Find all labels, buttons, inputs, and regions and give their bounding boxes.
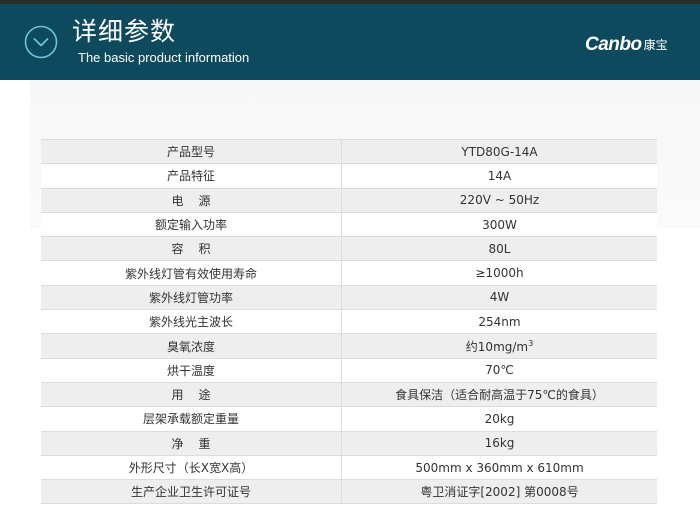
chevron-down-circle-icon xyxy=(24,25,58,59)
spec-value: 14A xyxy=(487,168,512,183)
spec-row: 产品型号 YTD80G-14A xyxy=(41,138,657,165)
spec-row: 紫外线光主波长 254nm xyxy=(41,309,657,335)
section-title: 详细参数 xyxy=(72,17,177,46)
spec-value: 300W xyxy=(482,217,517,232)
spec-value: 粤卫消证字[2002] 第0008号 xyxy=(420,485,579,500)
spec-value: 约10mg/m xyxy=(465,339,529,354)
spec-row: 用途 食具保洁（适合耐高温于75℃的食具） xyxy=(41,382,657,408)
spec-label: 用途 xyxy=(171,388,226,403)
spec-table: 产品型号 YTD80G-14A 产品特征 14A 电源 220V ~ 50Hz 额定输入功率… xyxy=(41,138,657,505)
spec-label: 额定输入功率 xyxy=(154,218,227,233)
spec-label-cell: 紫外线灯管功率 xyxy=(41,285,342,311)
spec-label: 烘干温度 xyxy=(166,363,215,378)
spec-table-body: 产品型号 YTD80G-14A 产品特征 14A 电源 220V ~ 50Hz 额定输入功率… xyxy=(41,138,657,505)
spec-label-cell: 净重 xyxy=(41,431,342,456)
spec-value-superscript: 3 xyxy=(528,338,534,348)
spec-label: 电源 xyxy=(171,193,226,208)
spec-label: 产品特征 xyxy=(166,169,215,184)
spec-label-cell: 烘干温度 xyxy=(41,358,342,383)
spec-row: 紫外线灯管有效使用寿命 ≥1000h xyxy=(41,260,657,286)
spec-label-cell: 臭氧浓度 xyxy=(41,333,342,359)
spec-row: 电源 220V ~ 50Hz xyxy=(41,188,657,213)
spec-label: 层架承载额定重量 xyxy=(142,412,239,427)
spec-value-cell: ≥1000h xyxy=(341,260,657,286)
spec-row: 烘干温度 70℃ xyxy=(41,358,657,383)
spec-value: ≥1000h xyxy=(475,266,524,281)
spec-label: 净重 xyxy=(171,436,226,451)
section-header: 详细参数 The basic product information Canbo… xyxy=(0,4,700,80)
spec-row: 容积 80L xyxy=(41,236,657,262)
spec-value-cell: 16kg xyxy=(341,431,657,456)
spec-row: 产品特征 14A xyxy=(41,163,657,189)
spec-value: 食具保洁（适合耐高温于75℃的食具） xyxy=(395,388,604,403)
spec-value-cell: 4W xyxy=(341,285,657,311)
spec-value: 4W xyxy=(489,290,510,305)
spec-value: 80L xyxy=(488,241,511,256)
spec-label: 外形尺寸（长X宽X高） xyxy=(128,461,254,475)
spec-label: 产品型号 xyxy=(166,145,215,160)
spec-row: 层架承载额定重量 20kg xyxy=(41,406,657,432)
spec-label: 容积 xyxy=(171,242,226,257)
spec-label-cell: 生产企业卫生许可证号 xyxy=(41,479,342,505)
spec-label-cell: 产品型号 xyxy=(41,138,342,165)
spec-row: 外形尺寸（长X宽X高） 500mm x 360mm x 610mm xyxy=(41,455,657,481)
section-subtitle: The basic product information xyxy=(78,50,250,65)
spec-value-cell: 70℃ xyxy=(341,358,657,383)
spec-value-cell: 254nm xyxy=(341,309,657,335)
spec-label: 紫外线光主波长 xyxy=(148,315,233,330)
spec-label-cell: 产品特征 xyxy=(41,163,342,189)
brand-logo: Canbo 康宝 xyxy=(585,35,668,55)
spec-label-cell: 外形尺寸（长X宽X高） xyxy=(41,455,342,481)
spec-value-cell: 约10mg/m3 xyxy=(341,333,657,359)
spec-row: 生产企业卫生许可证号 粤卫消证字[2002] 第0008号 xyxy=(41,479,657,505)
spec-label-cell: 额定输入功率 xyxy=(41,212,342,238)
spec-row: 净重 16kg xyxy=(41,431,657,456)
brand-logo-chinese: 康宝 xyxy=(643,38,668,52)
spec-value: 16kg xyxy=(484,436,515,451)
spec-label: 紫外线灯管功率 xyxy=(148,290,233,305)
spec-label-cell: 电源 xyxy=(41,188,342,213)
spec-label: 臭氧浓度 xyxy=(166,339,215,354)
spec-label-cell: 紫外线光主波长 xyxy=(41,309,342,335)
spec-row: 臭氧浓度 约10mg/m3 xyxy=(41,333,657,359)
spec-value-cell: 80L xyxy=(341,236,657,262)
brand-logo-latin: Canbo xyxy=(585,34,642,55)
spec-label-cell: 紫外线灯管有效使用寿命 xyxy=(41,260,342,286)
spec-value-cell: 20kg xyxy=(341,406,657,432)
spec-value-cell: 220V ~ 50Hz xyxy=(341,188,657,213)
spec-value: 254nm xyxy=(478,314,521,329)
spec-value: 500mm x 360mm x 610mm xyxy=(415,460,584,475)
spec-value: YTD80G-14A xyxy=(461,144,538,159)
spec-value-cell: YTD80G-14A xyxy=(341,138,657,165)
spec-value-cell: 食具保洁（适合耐高温于75℃的食具） xyxy=(341,382,657,408)
spec-value-cell: 粤卫消证字[2002] 第0008号 xyxy=(341,479,657,505)
spec-value-cell: 14A xyxy=(341,163,657,189)
spec-value-cell: 500mm x 360mm x 610mm xyxy=(341,455,657,481)
spec-value: 220V ~ 50Hz xyxy=(459,193,540,208)
spec-label-cell: 层架承载额定重量 xyxy=(41,406,342,432)
spec-value: 20kg xyxy=(484,411,515,426)
spec-value: 70℃ xyxy=(485,363,514,378)
spec-row: 紫外线灯管功率 4W xyxy=(41,285,657,311)
spec-label: 生产企业卫生许可证号 xyxy=(130,485,251,500)
spec-value-cell: 300W xyxy=(341,212,657,238)
spec-label: 紫外线灯管有效使用寿命 xyxy=(124,266,257,281)
spec-label-cell: 用途 xyxy=(41,382,342,408)
spec-label-cell: 容积 xyxy=(41,236,342,262)
spec-row: 额定输入功率 300W xyxy=(41,212,657,238)
